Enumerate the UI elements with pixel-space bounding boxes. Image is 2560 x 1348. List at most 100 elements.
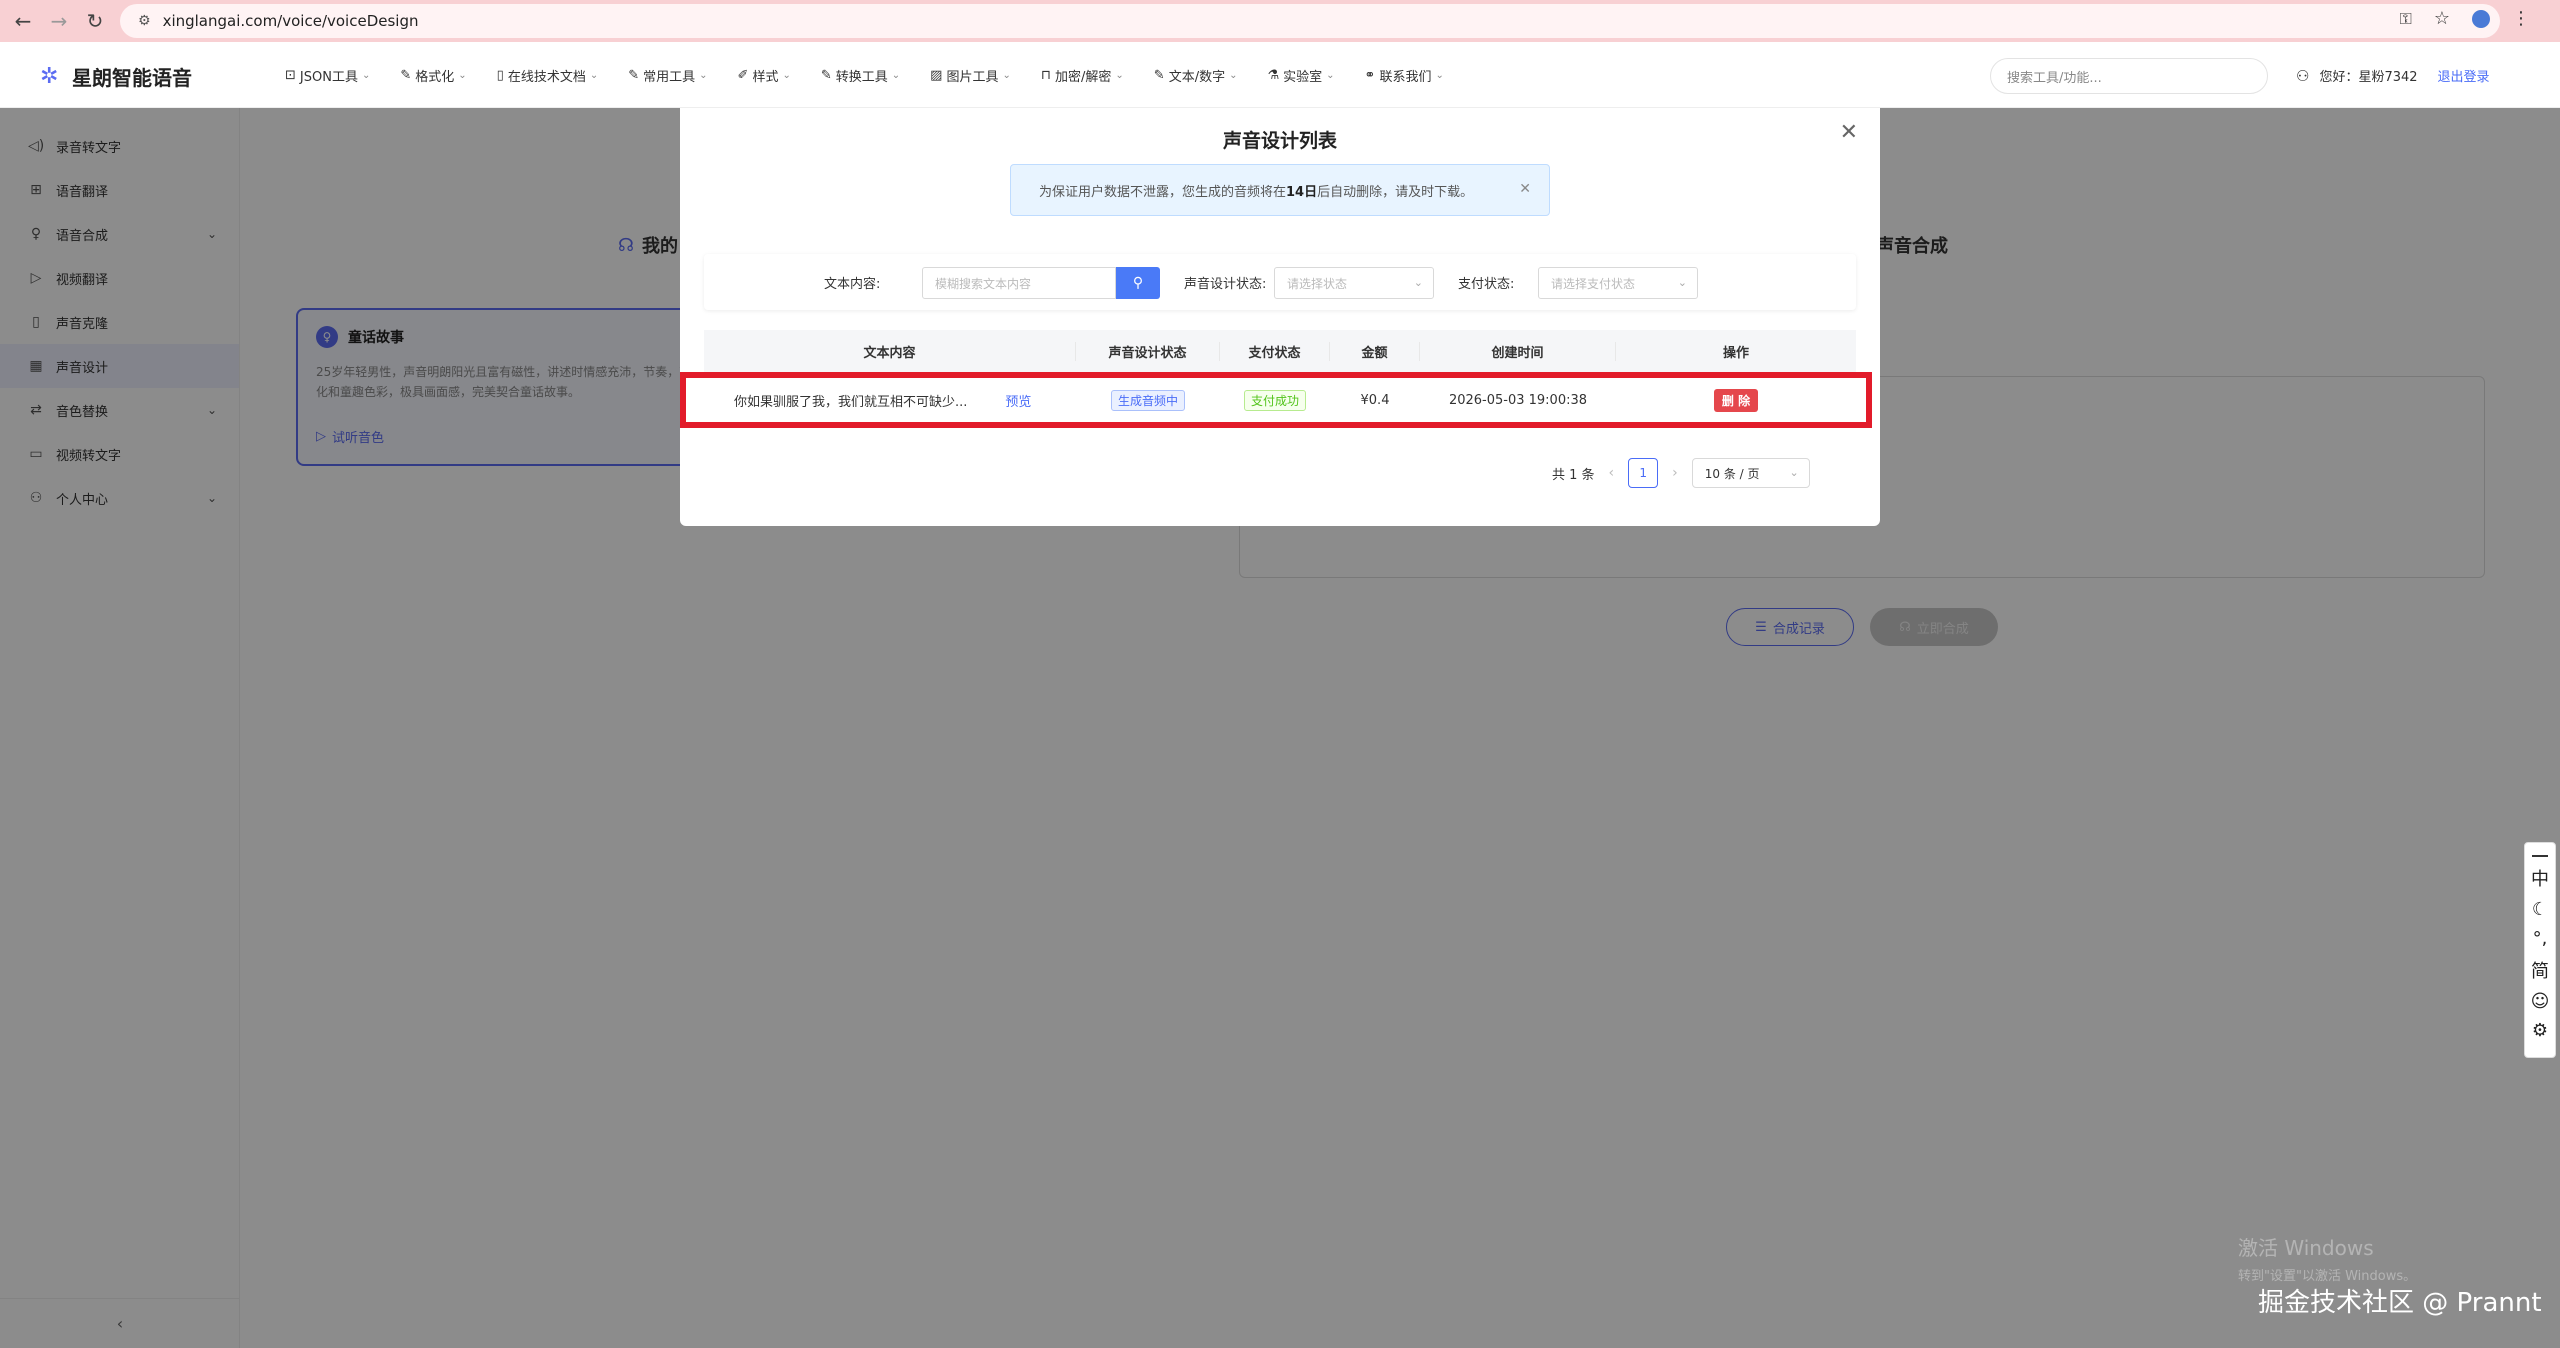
brand[interactable]: ✲ 星朗智能语音 [40,62,192,91]
select-placeholder: 请选择状态 [1287,276,1348,291]
close-icon[interactable]: ✕ [1840,120,1858,145]
text-filter-label: 文本内容: [824,277,881,292]
notice-days: 14日 [1286,184,1318,200]
terminal-icon: ⊡ [285,68,296,83]
back-arrow-icon[interactable]: ← [10,8,36,34]
settings-gear-icon[interactable]: ⚙ [2532,1020,2548,1041]
column-header: 创建时间 [1420,341,1616,361]
page-size-label: 10 条 / 页 [1704,466,1760,481]
nav-json-tools[interactable]: ⊡ JSON工具 ⌄ [285,66,370,85]
credit-watermark: 掘金技术社区 @ Prannt [2258,1288,2542,1318]
nav-lab[interactable]: ⚗ 实验室 ⌄ [1267,66,1334,85]
address-bar[interactable]: ⚙ xinglangai.com/voice/voiceDesign [120,4,2500,38]
nav-contact[interactable]: ⚭ 联系我们 ⌄ [1365,66,1444,85]
nav-label: 加密/解密 [1055,70,1112,85]
nav-docs[interactable]: ▯ 在线技术文档 ⌄ [497,66,599,85]
close-icon[interactable]: ✕ [1519,181,1531,197]
url-text: xinglangai.com/voice/voiceDesign [162,12,419,30]
flask-icon: ⚗ [1267,68,1280,83]
page-number-current[interactable]: 1 [1628,458,1659,488]
nav-image-tools[interactable]: ▨ 图片工具 ⌄ [930,66,1011,85]
edit-icon: ✎ [628,68,640,83]
edit-icon: ✎ [1153,68,1165,83]
punctuation-icon[interactable]: °, [2533,928,2548,949]
chevron-down-icon: ⌄ [1435,70,1444,81]
page-size-select[interactable]: 10 条 / 页 ⌄ [1691,458,1810,488]
nav-label: 实验室 [1283,70,1323,85]
site-info-icon[interactable]: ⚙ [138,13,151,29]
moon-icon[interactable]: ☾ [2532,899,2548,920]
pagination: 共 1 条 ‹ 1 › 10 条 / 页 ⌄ [1552,458,1810,488]
chevron-down-icon: ⌄ [361,70,371,81]
notice-text: 后自动删除，请及时下载。 [1317,184,1474,200]
next-page-icon[interactable]: › [1672,465,1678,481]
app-header: ✲ 星朗智能语音 ⊡ JSON工具 ⌄ ✎ 格式化 ⌄ ▯ 在线技术文档 ⌄ ✎ 常用工具 ⌄ … [0,42,2560,108]
brush-icon: ✐ [737,68,749,83]
column-header: 支付状态 [1220,341,1330,361]
chevron-down-icon: ⌄ [1326,70,1335,81]
nav-label: 样式 [752,70,779,85]
column-header: 金额 [1330,341,1420,361]
nav-label: 联系我们 [1379,70,1432,85]
chevron-down-icon: ⌄ [1413,276,1423,289]
nav-label: 在线技术文档 [507,70,586,85]
brand-name: 星朗智能语音 [72,66,192,90]
column-header: 文本内容 [704,341,1076,361]
chevron-down-icon: ⌄ [699,70,708,81]
chevron-down-icon: ⌄ [891,70,901,81]
user-icon: ⚇ [2296,66,2310,85]
bookmark-star-icon[interactable]: ☆ [2434,8,2450,29]
brand-logo-icon: ✲ [40,63,59,89]
profile-avatar[interactable] [2472,9,2490,28]
lock-icon: ⊓ [1040,68,1052,83]
nav-label: JSON工具 [299,70,358,85]
more-menu-icon[interactable]: ⋮ [2512,8,2530,29]
notice-text: 为保证用户数据不泄露，您生成的音频将在 [1039,184,1287,200]
nav-label: 转换工具 [835,70,888,85]
nav-format[interactable]: ✎ 格式化 ⌄ [400,66,466,85]
nav-convert-tools[interactable]: ✎ 转换工具 ⌄ [821,66,900,85]
chevron-down-icon: ⌄ [1789,466,1799,479]
prev-page-icon[interactable]: ‹ [1609,465,1615,481]
link-icon: ⚭ [1364,68,1376,83]
ime-minimize-icon[interactable] [2532,855,2548,857]
user-area: ⚇ 您好：星粉7342 退出登录 [2296,66,2490,86]
chevron-down-icon: ⌄ [782,70,791,81]
logout-link[interactable]: 退出登录 [2438,66,2490,85]
modal-title: 声音设计列表 [1222,130,1337,152]
column-header: 操作 [1722,345,1749,361]
browser-toolbar: ← → ↻ ⚙ xinglangai.com/voice/voiceDesign… [0,0,2560,42]
search-button[interactable]: ⚲ [1116,267,1160,299]
nav-style[interactable]: ✐ 样式 ⌄ [738,66,791,85]
tool-search-input[interactable]: 搜索工具/功能... [1990,58,2268,94]
search-icon: ⚲ [1132,275,1144,291]
column-header: 声音设计状态 [1076,341,1220,361]
nav-label: 图片工具 [946,70,999,85]
password-key-icon[interactable]: ⚿ [2400,9,2412,29]
total-count: 共 1 条 [1552,467,1595,483]
pay-status-select[interactable]: 请选择支付状态 ⌄ [1538,267,1698,299]
nav-label: 格式化 [415,70,455,85]
watermark-title: 激活 Windows [2238,1236,2374,1260]
top-nav: ⊡ JSON工具 ⌄ ✎ 格式化 ⌄ ▯ 在线技术文档 ⌄ ✎ 常用工具 ⌄ ✐ 样式 ⌄ ✎ 转换工… [285,66,1444,85]
emoji-icon[interactable]: ☺ [2531,991,2550,1012]
pay-status-label: 支付状态: [1458,277,1515,292]
chevron-down-icon: ⌄ [1002,70,1011,81]
ime-chinese-mode[interactable]: 中 [2531,865,2549,891]
design-status-select[interactable]: 请选择状态 ⌄ [1274,267,1434,299]
chevron-down-icon: ⌄ [1677,276,1687,289]
chevron-down-icon: ⌄ [589,70,599,81]
nav-text-number[interactable]: ✎ 文本/数字 ⌄ [1154,66,1238,85]
ime-simplified-mode[interactable]: 简 [2531,957,2549,983]
edit-icon: ✎ [400,68,412,83]
reload-icon[interactable]: ↻ [82,8,108,34]
retention-notice: 为保证用户数据不泄露，您生成的音频将在 14日 后自动删除，请及时下载。 ✕ [1010,164,1550,216]
highlight-box [680,372,1872,428]
table-row: 你如果驯服了我，我们就互相不可缺少... 预览 生成音频中 支付成功 ¥0.4 2… [680,372,1872,428]
nav-common-tools[interactable]: ✎ 常用工具 ⌄ [628,66,707,85]
image-icon: ▨ [930,68,943,83]
nav-encrypt[interactable]: ⊓ 加密/解密 ⌄ [1041,66,1124,85]
forward-arrow-icon[interactable]: → [46,8,72,34]
filter-panel: 文本内容: 模糊搜索文本内容 ⚲ 声音设计状态: 请选择状态 ⌄ 支付状态: 请选… [704,254,1856,310]
text-search-input[interactable]: 模糊搜索文本内容 [922,267,1116,299]
